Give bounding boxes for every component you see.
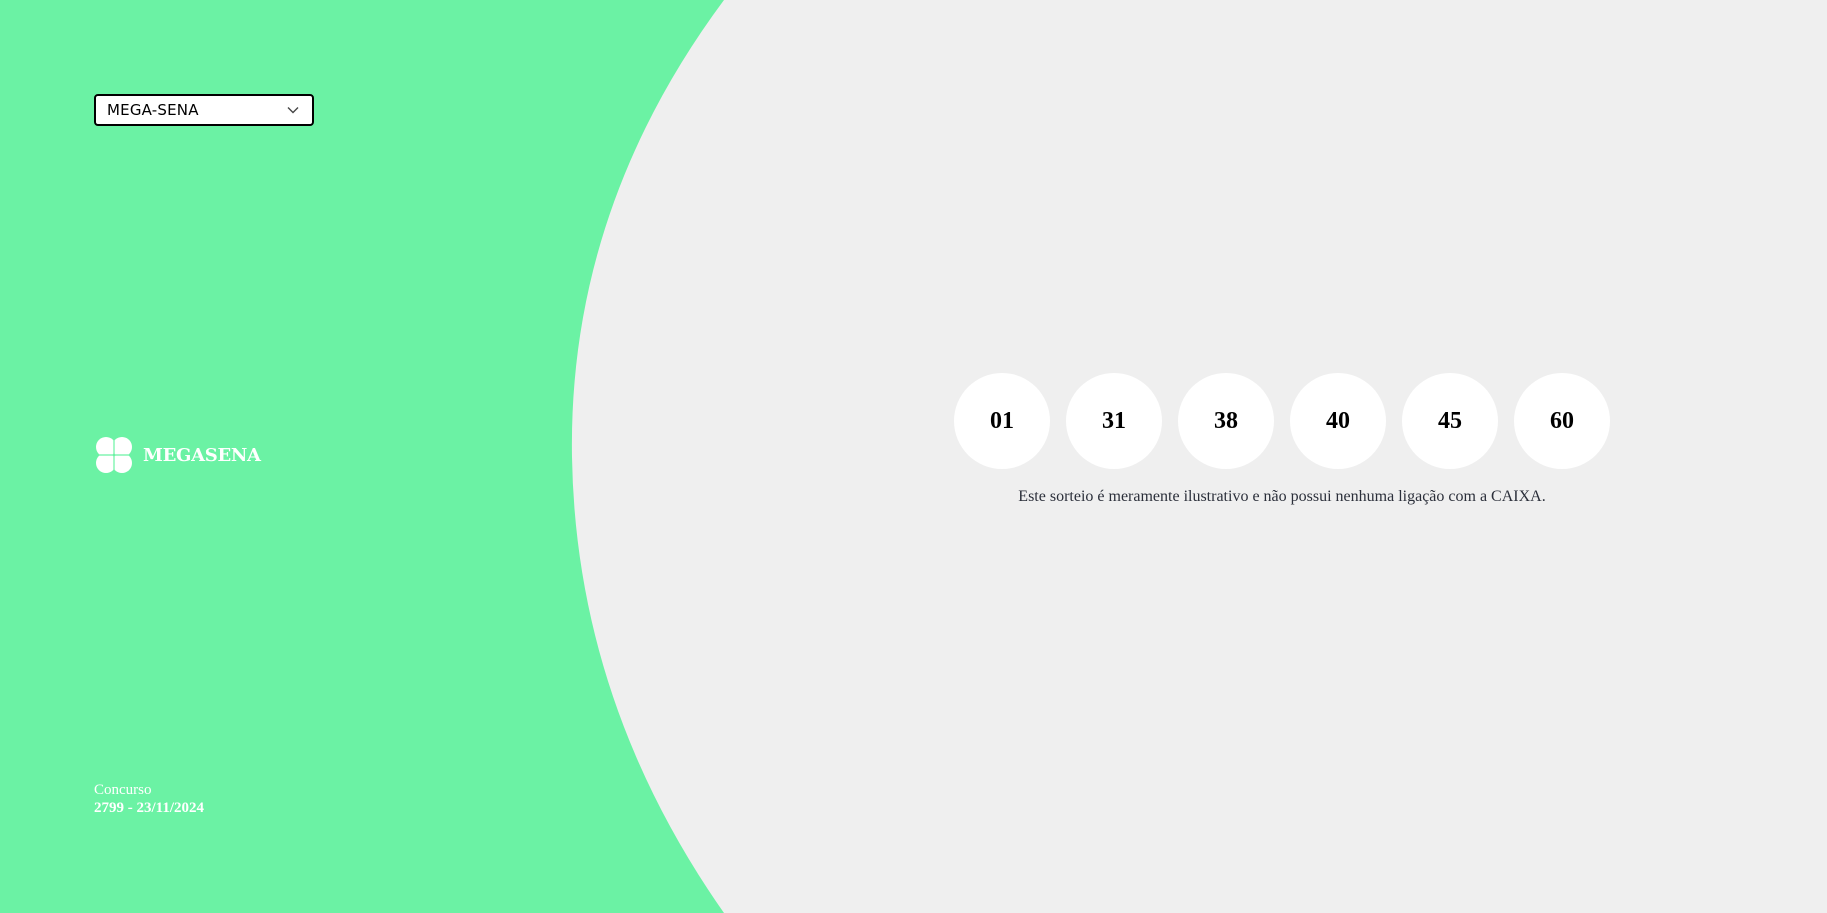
number-ball: 40	[1290, 373, 1386, 469]
number-ball: 60	[1514, 373, 1610, 469]
megasena-logo: MEGASENA	[93, 434, 261, 476]
number-ball: 45	[1402, 373, 1498, 469]
page: MEGA-SENA MEGASENA Concurso 2799 - 23/11…	[0, 0, 1827, 913]
disclaimer-text: Este sorteio é meramente ilustrativo e n…	[1018, 488, 1546, 505]
clover-icon	[96, 437, 132, 473]
drawn-numbers: 01 31 38 40 45 60	[954, 373, 1610, 469]
number-ball: 01	[954, 373, 1050, 469]
logo-text: MEGASENA	[143, 444, 261, 466]
contest-label: Concurso	[94, 782, 152, 798]
contest-value: 2799 - 23/11/2024	[94, 800, 205, 816]
contest-info: Concurso 2799 - 23/11/2024	[94, 781, 204, 817]
number-ball: 31	[1066, 373, 1162, 469]
lottery-select[interactable]: MEGA-SENA	[94, 94, 314, 126]
lottery-select-value: MEGA-SENA	[107, 101, 199, 119]
number-ball: 38	[1178, 373, 1274, 469]
chevron-down-icon	[287, 107, 299, 114]
